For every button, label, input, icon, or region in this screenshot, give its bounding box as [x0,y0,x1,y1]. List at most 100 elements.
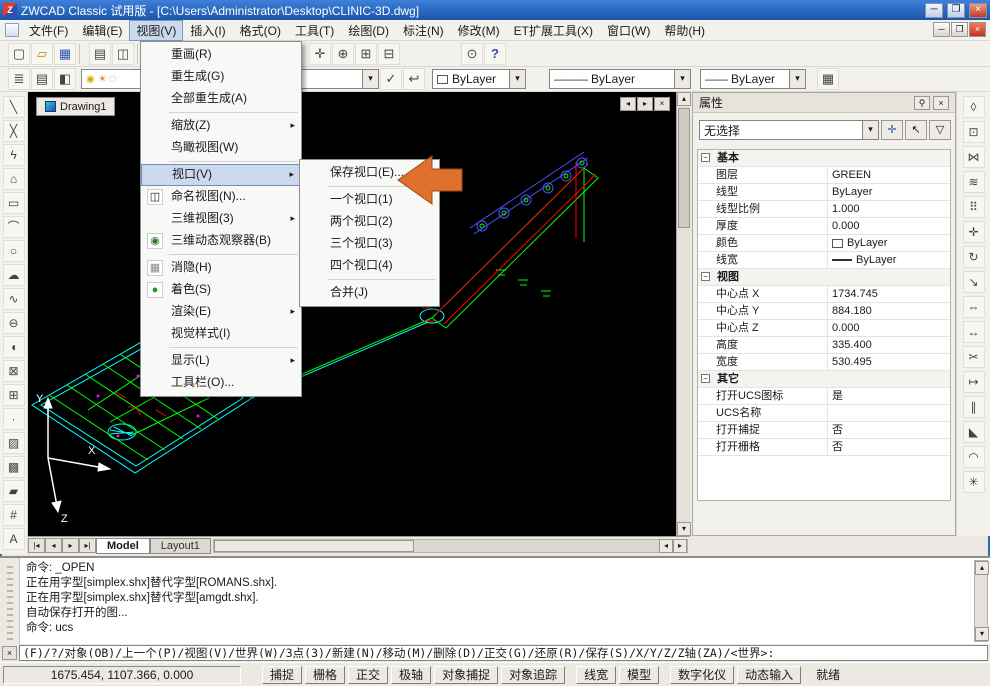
table-tool-button[interactable]: # [3,504,25,526]
tab-scroll-left-button[interactable]: ◂ [620,97,636,111]
polar-toggle[interactable]: 极轴 [391,666,431,684]
trim-tool-button[interactable]: ✂ [963,346,985,368]
menu-item-shade[interactable]: ●着色(S) [141,279,301,301]
panel-close-button[interactable]: × [933,96,949,110]
property-row-width[interactable]: 宽度 530.495 [698,354,950,371]
model-toggle[interactable]: 模型 [619,666,659,684]
property-value[interactable]: ByLayer [828,252,950,268]
menu-dimension[interactable]: 标注(N) [396,20,451,41]
document-icon[interactable] [5,23,19,37]
menu-item-3d-views[interactable]: 三维视图(3)▸ [141,208,301,230]
child-restore-button[interactable]: ❐ [951,22,968,37]
dropdown-arrow-icon[interactable]: ▾ [509,70,525,88]
toggle-pickadd-button[interactable]: ✛ [881,120,903,140]
coordinate-display[interactable]: 1675.454, 1107.366, 0.000 [3,666,241,684]
submenu-item-join[interactable]: 合并(J) [300,282,439,304]
explode-tool-button[interactable]: ✳ [963,471,985,493]
otrack-toggle[interactable]: 对象追踪 [501,666,565,684]
command-window[interactable]: 命令: _OPEN 正在用字型[simplex.shx]替代字型[ROMANS.… [0,556,990,644]
property-row-linetype-scale[interactable]: 线型比例 1.000 [698,201,950,218]
menu-item-display[interactable]: 显示(L)▸ [141,350,301,372]
menu-file[interactable]: 文件(F) [22,20,75,41]
snap-toggle[interactable]: 捕捉 [262,666,302,684]
submenu-item-4-viewports[interactable]: 四个视口(4) [300,255,439,277]
zoom-window-button[interactable]: ⊞ [355,43,377,65]
property-value[interactable]: 1.000 [828,201,950,217]
mirror-tool-button[interactable]: ⋈ [963,146,985,168]
first-tab-button[interactable]: |◂ [28,538,45,553]
scale-tool-button[interactable]: ↘ [963,271,985,293]
ellipse-tool-button[interactable]: ⊖ [3,312,25,334]
menu-item-redraw[interactable]: 重画(R) [141,44,301,66]
grid-toggle[interactable]: 栅格 [305,666,345,684]
rotate-tool-button[interactable]: ↻ [963,246,985,268]
scroll-down-button[interactable]: ▾ [975,627,989,641]
layer-isolate-button[interactable]: ◧ [54,68,76,90]
lineweight-combo[interactable]: —— ByLayer ▾ [700,69,806,89]
dropdown-arrow-icon[interactable]: ▾ [674,70,690,88]
insert-block-tool-button[interactable]: ⊠ [3,360,25,382]
menu-item-visual-styles[interactable]: 视觉样式(I) [141,323,301,345]
palette-button[interactable]: ▦ [817,68,839,90]
scroll-down-button[interactable]: ▾ [677,522,691,536]
hatch-tool-button[interactable]: ▨ [3,432,25,454]
extend-tool-button[interactable]: ↦ [963,371,985,393]
print-button[interactable]: ▤ [89,43,111,65]
property-value[interactable]: ByLayer [828,235,950,251]
menu-express-tools[interactable]: ET扩展工具(X) [507,20,600,41]
revision-cloud-tool-button[interactable]: ☁ [3,264,25,286]
property-value[interactable] [828,405,950,421]
property-value[interactable]: 0.000 [828,218,950,234]
gradient-tool-button[interactable]: ▩ [3,456,25,478]
region-tool-button[interactable]: ▰ [3,480,25,502]
array-tool-button[interactable]: ⠿ [963,196,985,218]
child-minimize-button[interactable]: ─ [933,22,950,37]
collapse-icon[interactable]: − [701,153,710,162]
zoom-realtime-button[interactable]: ⊕ [332,43,354,65]
make-object-layer-current-button[interactable]: ✓ [380,68,402,90]
polygon-tool-button[interactable]: ⌂ [3,168,25,190]
stretch-tool-button[interactable]: ⇔ [963,296,985,318]
menu-item-zoom[interactable]: 缩放(Z)▸ [141,115,301,137]
chamfer-tool-button[interactable]: ◣ [963,421,985,443]
command-close-button[interactable]: × [2,646,17,660]
menu-item-named-views[interactable]: ◫命名视图(N)... [141,186,301,208]
menu-modify[interactable]: 修改(M) [451,20,507,41]
next-tab-button[interactable]: ▸ [62,538,79,553]
property-row-thickness[interactable]: 厚度 0.000 [698,218,950,235]
ortho-toggle[interactable]: 正交 [348,666,388,684]
pin-icon[interactable]: ⚲ [914,96,930,110]
make-block-tool-button[interactable]: ⊞ [3,384,25,406]
menu-format[interactable]: 格式(O) [233,20,288,41]
menu-item-hide[interactable]: ▦消隐(H) [141,257,301,279]
offset-tool-button[interactable]: ≋ [963,171,985,193]
menu-view[interactable]: 视图(V) [129,20,183,41]
command-window-grip[interactable] [0,558,20,644]
layout-horizontal-scrollbar[interactable]: ◂ ▸ [213,539,688,553]
break-tool-button[interactable]: ∥ [963,396,985,418]
submenu-item-2-viewports[interactable]: 两个视口(2) [300,211,439,233]
last-tab-button[interactable]: ▸| [79,538,96,553]
tab-close-button[interactable]: × [654,97,670,111]
property-row-center-x[interactable]: 中心点 X 1734.745 [698,286,950,303]
minimize-button[interactable]: ─ [925,3,943,18]
document-tab-drawing1[interactable]: Drawing1 [36,97,115,116]
menu-item-aerial-view[interactable]: 鸟瞰视图(W) [141,137,301,159]
mtext-tool-button[interactable]: A [3,528,25,550]
property-row-snap-on[interactable]: 打开捕捉 否 [698,422,950,439]
property-value[interactable]: 335.400 [828,337,950,353]
tablet-toggle[interactable]: 数字化仪 [670,666,734,684]
property-row-lineweight[interactable]: 线宽 ByLayer [698,252,950,269]
quick-select-button[interactable]: ▽ [929,120,951,140]
copy-tool-button[interactable]: ⊡ [963,121,985,143]
spline-tool-button[interactable]: ∿ [3,288,25,310]
ellipse-arc-tool-button[interactable]: ◖ [3,336,25,358]
arc-tool-button[interactable]: ⌒ [3,216,25,238]
dropdown-arrow-icon[interactable]: ▾ [362,70,378,88]
lineweight-toggle[interactable]: 线宽 [576,666,616,684]
property-value[interactable]: 884.180 [828,303,950,319]
new-button[interactable]: ▢ [8,43,30,65]
selection-combo[interactable]: 无选择 ▾ [699,120,879,140]
menu-tools[interactable]: 工具(T) [288,20,341,41]
property-value[interactable]: 1734.745 [828,286,950,302]
